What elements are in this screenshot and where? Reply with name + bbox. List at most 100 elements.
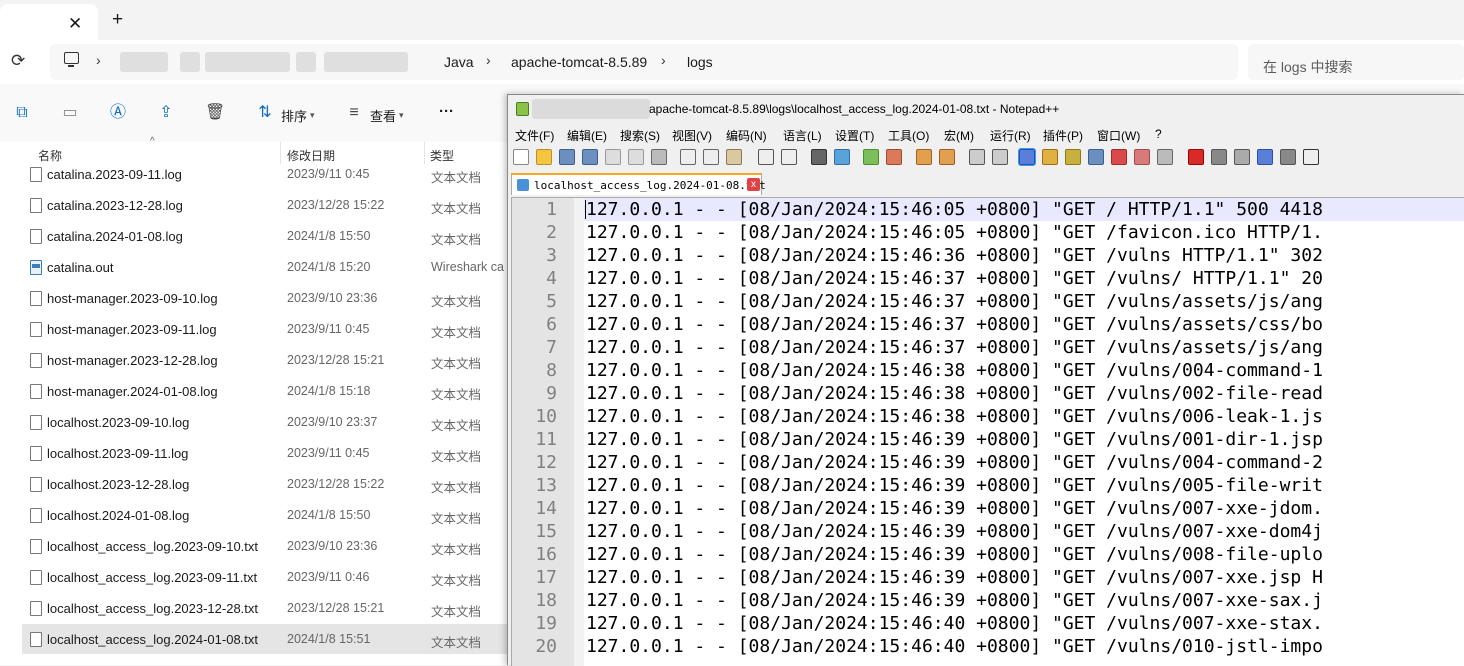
log-line[interactable]: 127.0.0.1 - - [08/Jan/2024:15:46:36 +080… bbox=[586, 244, 1323, 267]
map-icon[interactable] bbox=[1065, 149, 1081, 165]
log-line[interactable]: 127.0.0.1 - - [08/Jan/2024:15:46:37 +080… bbox=[586, 336, 1323, 359]
file-row[interactable]: host-manager.2023-09-11.log 2023/9/11 0:4… bbox=[22, 314, 522, 344]
menu-item[interactable]: 插件(P) bbox=[1043, 127, 1083, 144]
more-options-button[interactable]: ··· bbox=[439, 103, 454, 120]
delete-icon[interactable]: 🗑 bbox=[205, 104, 225, 122]
indent-guide-icon[interactable] bbox=[1018, 148, 1036, 166]
copy-icon[interactable]: ⧉ bbox=[13, 104, 31, 122]
close-tab-icon[interactable]: ✕ bbox=[68, 14, 82, 34]
menu-item[interactable]: 窗口(W) bbox=[1097, 127, 1140, 144]
paste-icon[interactable] bbox=[726, 149, 742, 165]
log-line[interactable]: 127.0.0.1 - - [08/Jan/2024:15:46:39 +080… bbox=[586, 474, 1323, 497]
chevron-right-icon[interactable]: › bbox=[661, 52, 666, 68]
log-line[interactable]: 127.0.0.1 - - [08/Jan/2024:15:46:39 +080… bbox=[586, 451, 1323, 474]
run-macro-multiple-icon[interactable] bbox=[1257, 149, 1273, 165]
window-title-bar[interactable]: apache-tomcat-8.5.89\logs\localhost_acce… bbox=[508, 95, 1464, 123]
file-row[interactable]: localhost_access_log.2023-12-28.txt 2023/… bbox=[22, 593, 522, 623]
menu-item[interactable]: ? bbox=[1155, 127, 1162, 141]
log-line[interactable]: 127.0.0.1 - - [08/Jan/2024:15:46:39 +080… bbox=[586, 497, 1323, 520]
file-row[interactable]: catalina.2023-09-11.log 2023/9/11 0:45 文本文… bbox=[22, 159, 522, 189]
redo-icon[interactable] bbox=[781, 149, 797, 165]
show-all-chars-icon[interactable] bbox=[992, 149, 1008, 165]
file-row[interactable]: localhost_access_log.2023-09-10.txt 2023/… bbox=[22, 531, 522, 561]
menu-item[interactable]: 语言(L) bbox=[783, 127, 822, 144]
sync-vertical-icon[interactable] bbox=[916, 149, 932, 165]
menu-item[interactable]: 宏(M) bbox=[944, 127, 974, 144]
close-icon[interactable] bbox=[605, 149, 621, 165]
menu-item[interactable]: 视图(V) bbox=[672, 127, 712, 144]
folder-workspace-icon[interactable] bbox=[1134, 149, 1150, 165]
breadcrumb-tomcat[interactable]: apache-tomcat-8.5.89 bbox=[511, 54, 647, 70]
log-line[interactable]: 127.0.0.1 - - [08/Jan/2024:15:46:38 +080… bbox=[586, 382, 1323, 405]
file-row[interactable]: localhost.2024-01-08.log 2024/1/8 15:50 文本… bbox=[22, 500, 522, 530]
save-all-icon[interactable] bbox=[582, 149, 598, 165]
record-macro-icon[interactable] bbox=[1188, 149, 1204, 165]
save-icon[interactable] bbox=[559, 149, 575, 165]
file-row[interactable]: catalina.2023-12-28.log 2023/12/28 15:22 文… bbox=[22, 190, 522, 220]
chevron-right-icon[interactable]: › bbox=[486, 52, 491, 68]
doc-list-icon[interactable] bbox=[1111, 149, 1127, 165]
file-row[interactable]: host-manager.2024-01-08.log 2024/1/8 15:1… bbox=[22, 376, 522, 406]
new-file-icon[interactable] bbox=[513, 149, 529, 165]
document-tab[interactable]: localhost_access_log.2024-01-08.txt x bbox=[511, 173, 766, 195]
undo-icon[interactable] bbox=[758, 149, 774, 165]
save-macro-icon[interactable] bbox=[1280, 149, 1296, 165]
file-row[interactable]: localhost_access_log.2024-01-08.txt 2024/… bbox=[22, 624, 522, 654]
file-row[interactable]: localhost.2023-09-10.log 2023/9/10 23:37 文… bbox=[22, 407, 522, 437]
menu-item[interactable]: 运行(R) bbox=[990, 127, 1031, 144]
cut-icon[interactable] bbox=[680, 149, 696, 165]
log-line[interactable]: 127.0.0.1 - - [08/Jan/2024:15:46:37 +080… bbox=[586, 313, 1323, 336]
sort-icon[interactable]: ⇅ bbox=[256, 104, 274, 122]
menu-item[interactable]: 编码(N) bbox=[726, 127, 767, 144]
file-row[interactable]: host-manager.2023-09-10.log 2023/9/10 23:… bbox=[22, 283, 522, 313]
breadcrumb-logs[interactable]: logs bbox=[687, 54, 713, 70]
language-icon[interactable] bbox=[1042, 149, 1058, 165]
log-line[interactable]: 127.0.0.1 - - [08/Jan/2024:15:46:38 +080… bbox=[586, 405, 1323, 428]
log-line[interactable]: 127.0.0.1 - - [08/Jan/2024:15:46:37 +080… bbox=[586, 290, 1323, 313]
file-row[interactable]: localhost.2023-09-11.log 2023/9/11 0:45 文本… bbox=[22, 438, 522, 468]
explorer-tab[interactable]: ✕ bbox=[0, 4, 98, 40]
hex-icon[interactable] bbox=[1303, 149, 1319, 165]
log-line[interactable]: 127.0.0.1 - - [08/Jan/2024:15:46:37 +080… bbox=[586, 267, 1323, 290]
sort-button[interactable]: 排序 bbox=[281, 106, 307, 125]
clipboard-icon[interactable] bbox=[1088, 149, 1104, 165]
log-line[interactable]: 127.0.0.1 - - [08/Jan/2024:15:46:40 +080… bbox=[586, 612, 1323, 635]
replace-icon[interactable] bbox=[834, 149, 850, 165]
file-row[interactable]: localhost_access_log.2023-09-11.txt 2023/… bbox=[22, 562, 522, 592]
refresh-icon[interactable]: ⟳ bbox=[11, 51, 25, 71]
share-icon[interactable]: ⇪ bbox=[157, 104, 175, 122]
new-tab-button[interactable]: + bbox=[112, 9, 123, 31]
find-icon[interactable] bbox=[811, 149, 827, 165]
file-row[interactable]: catalina.out 2024/1/8 15:20 Wireshark ca bbox=[22, 252, 522, 282]
rename-icon[interactable]: Ⓐ bbox=[109, 104, 127, 122]
menu-item[interactable]: 工具(O) bbox=[888, 127, 929, 144]
menu-item[interactable]: 设置(T) bbox=[835, 127, 874, 144]
log-line[interactable]: 127.0.0.1 - - [08/Jan/2024:15:46:40 +080… bbox=[586, 635, 1323, 658]
close-all-icon[interactable] bbox=[628, 149, 644, 165]
open-file-icon[interactable] bbox=[536, 149, 552, 165]
log-line[interactable]: 127.0.0.1 - - [08/Jan/2024:15:46:05 +080… bbox=[586, 198, 1323, 221]
play-macro-icon[interactable] bbox=[1234, 149, 1250, 165]
log-line[interactable]: 127.0.0.1 - - [08/Jan/2024:15:46:38 +080… bbox=[586, 359, 1323, 382]
file-row[interactable]: catalina.2024-01-08.log 2024/1/8 15:50 文本文… bbox=[22, 221, 522, 251]
zoom-in-icon[interactable] bbox=[863, 149, 879, 165]
text-editor[interactable]: 1 127.0.0.1 - - [08/Jan/2024:15:46:05 +08… bbox=[511, 197, 1464, 666]
computer-icon[interactable] bbox=[64, 52, 79, 67]
search-input[interactable]: 在 logs 中搜索 bbox=[1248, 44, 1464, 80]
chevron-right-icon[interactable]: › bbox=[96, 52, 101, 68]
menu-item[interactable]: 文件(F) bbox=[515, 127, 554, 144]
print-icon[interactable] bbox=[651, 149, 667, 165]
view-icon[interactable]: ≡ bbox=[345, 104, 363, 122]
file-row[interactable]: host-manager.2023-12-28.log 2023/12/28 15… bbox=[22, 345, 522, 375]
paste-icon[interactable]: ▭ bbox=[61, 104, 79, 122]
chevron-down-icon[interactable]: ▾ bbox=[310, 110, 315, 121]
view-button[interactable]: 查看 bbox=[370, 106, 396, 125]
file-row[interactable]: localhost.2023-12-28.log 2023/12/28 15:22… bbox=[22, 469, 522, 499]
menu-item[interactable]: 编辑(E) bbox=[567, 127, 607, 144]
stop-macro-icon[interactable] bbox=[1211, 149, 1227, 165]
sync-horizontal-icon[interactable] bbox=[939, 149, 955, 165]
log-line[interactable]: 127.0.0.1 - - [08/Jan/2024:15:46:05 +080… bbox=[586, 221, 1323, 244]
chevron-down-icon[interactable]: ▾ bbox=[399, 110, 404, 121]
copy-icon[interactable] bbox=[703, 149, 719, 165]
log-line[interactable]: 127.0.0.1 - - [08/Jan/2024:15:46:39 +080… bbox=[586, 520, 1323, 543]
